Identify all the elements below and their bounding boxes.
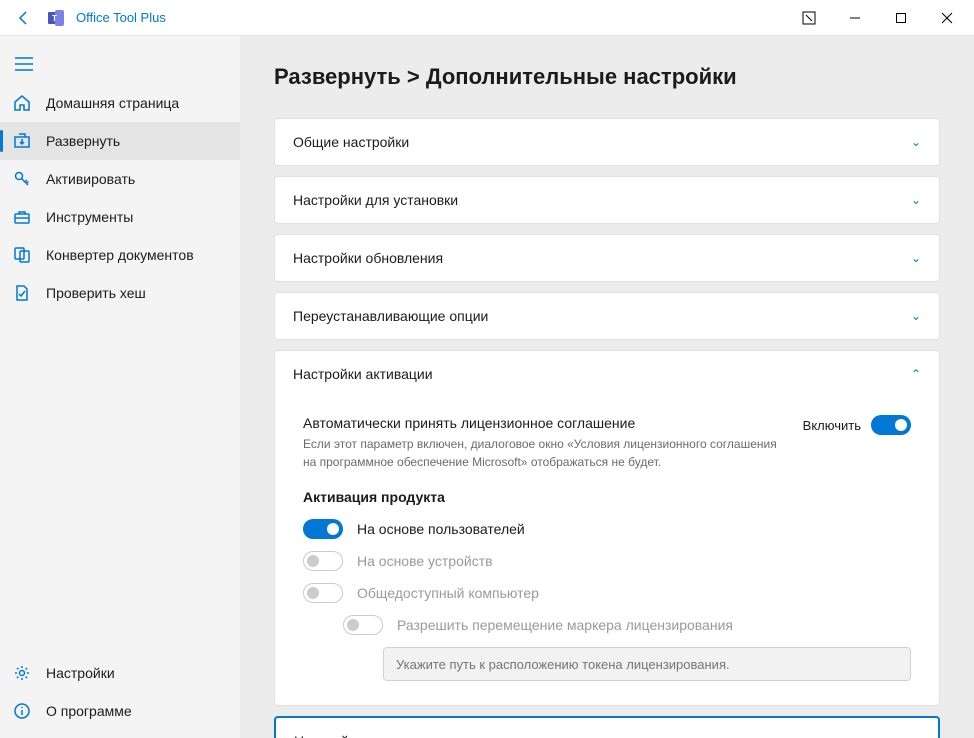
toggle-auto-accept[interactable]	[871, 415, 911, 435]
sidebar-label: Развернуть	[46, 133, 120, 149]
sidebar-item-home[interactable]: Домашняя страница	[0, 84, 240, 122]
chevron-down-icon: ⌄	[911, 193, 921, 207]
chevron-down-icon: ⌄	[911, 309, 921, 323]
app-logo: T	[44, 6, 68, 30]
sidebar: Домашняя страница Развернуть Активироват…	[0, 36, 240, 738]
chevron-up-icon: ⌃	[911, 367, 921, 381]
panel-install: Настройки для установки ⌄	[274, 176, 940, 224]
sidebar-label: Инструменты	[46, 209, 133, 225]
panel-header-general[interactable]: Общие настройки ⌄	[275, 119, 939, 165]
close-button[interactable]	[924, 0, 970, 36]
sidebar-item-deploy[interactable]: Развернуть	[0, 122, 240, 160]
toggle-shared-computer[interactable]	[303, 583, 343, 603]
deploy-icon	[12, 131, 32, 151]
sidebar-item-about[interactable]: О программе	[0, 692, 240, 730]
sidebar-item-settings[interactable]: Настройки	[0, 654, 240, 692]
app-title: Office Tool Plus	[76, 10, 786, 25]
panel-header-activation[interactable]: Настройки активации ⌃	[275, 351, 939, 397]
content-area: Развернуть > Дополнительные настройки Об…	[240, 36, 974, 738]
file-check-icon	[12, 283, 32, 303]
toggle-roaming	[343, 615, 383, 635]
minimize-button[interactable]	[832, 0, 878, 36]
toggle-user-based[interactable]	[303, 519, 343, 539]
sidebar-item-tools[interactable]: Инструменты	[0, 198, 240, 236]
sidebar-label: Активировать	[46, 171, 135, 187]
panel-reinstall: Переустанавливающие опции ⌄	[274, 292, 940, 340]
panel-header-reinstall[interactable]: Переустанавливающие опции ⌄	[275, 293, 939, 339]
setting-auto-accept-desc: Если этот параметр включен, диалоговое о…	[303, 435, 783, 471]
breadcrumb: Развернуть > Дополнительные настройки	[274, 64, 940, 90]
sidebar-item-converter[interactable]: Конвертер документов	[0, 236, 240, 274]
hamburger-button[interactable]	[0, 44, 48, 84]
panel-activation: Настройки активации ⌃ Автоматически прин…	[274, 350, 940, 706]
chevron-down-icon: ⌄	[910, 734, 920, 738]
info-icon	[12, 701, 32, 721]
panel-programs: Настройки программ ⌄	[274, 716, 940, 738]
opt-device-label: На основе устройств	[357, 553, 493, 569]
opt-shared-label: Общедоступный компьютер	[357, 585, 539, 601]
product-activation-heading: Активация продукта	[303, 489, 911, 505]
chevron-down-icon: ⌄	[911, 251, 921, 265]
opt-roaming-label: Разрешить перемещение маркера лицензиров…	[397, 617, 733, 633]
enable-label: Включить	[803, 418, 861, 433]
sidebar-item-hash[interactable]: Проверить хеш	[0, 274, 240, 312]
convert-icon	[12, 245, 32, 265]
toggle-device-based[interactable]	[303, 551, 343, 571]
chevron-down-icon: ⌄	[911, 135, 921, 149]
home-icon	[12, 93, 32, 113]
sidebar-label: Настройки	[46, 665, 115, 681]
toolbox-icon	[12, 207, 32, 227]
svg-text:T: T	[52, 14, 57, 23]
setting-auto-accept-title: Автоматически принять лицензионное согла…	[303, 415, 803, 431]
sidebar-label: О программе	[46, 703, 132, 719]
panel-header-update[interactable]: Настройки обновления ⌄	[275, 235, 939, 281]
sidebar-label: Конвертер документов	[46, 247, 194, 263]
gear-icon	[12, 663, 32, 683]
back-button[interactable]	[4, 0, 44, 36]
token-path-input	[383, 647, 911, 681]
panel-header-programs[interactable]: Настройки программ ⌄	[276, 718, 938, 738]
opt-user-label: На основе пользователей	[357, 521, 525, 537]
panel-general: Общие настройки ⌄	[274, 118, 940, 166]
titlebar: T Office Tool Plus	[0, 0, 974, 36]
key-icon	[12, 169, 32, 189]
panel-update: Настройки обновления ⌄	[274, 234, 940, 282]
sidebar-label: Домашняя страница	[46, 95, 179, 111]
maximize-button[interactable]	[878, 0, 924, 36]
command-button[interactable]	[786, 0, 832, 36]
panel-header-install[interactable]: Настройки для установки ⌄	[275, 177, 939, 223]
sidebar-label: Проверить хеш	[46, 285, 146, 301]
sidebar-item-activate[interactable]: Активировать	[0, 160, 240, 198]
